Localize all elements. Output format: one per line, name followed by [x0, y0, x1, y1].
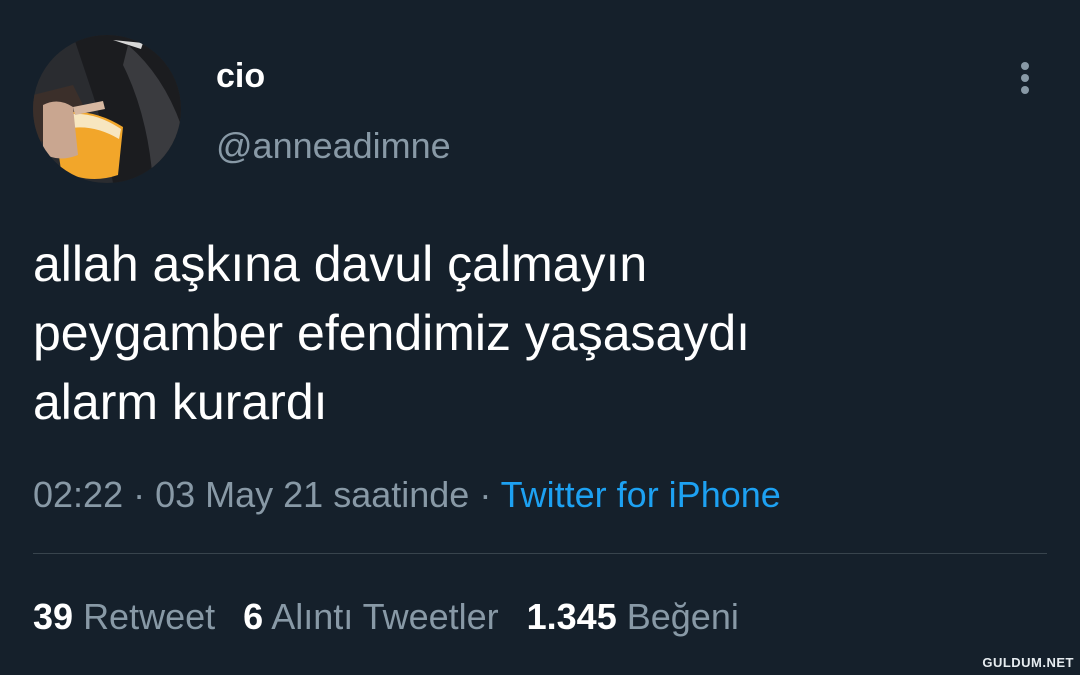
quotes-count: 6: [243, 596, 264, 637]
tweet-text-line: peygamber efendimiz yaşasaydı: [33, 305, 751, 361]
more-options-button[interactable]: [1008, 58, 1042, 98]
likes-stat[interactable]: 1.345 Beğeni: [527, 595, 739, 639]
meta-separator: ·: [469, 474, 501, 515]
tweet-time[interactable]: 02:22: [33, 474, 123, 515]
tweet-text: allah aşkına davul çalmayın peygamber ef…: [33, 230, 1043, 437]
profile-photo-icon: [33, 35, 181, 183]
tweet-date[interactable]: 03 May 21 saatinde: [155, 474, 469, 515]
retweets-label: Retweet: [83, 596, 216, 637]
retweets-count: 39: [33, 596, 74, 637]
more-vertical-icon-dot: [1021, 74, 1029, 82]
tweet-source-link[interactable]: Twitter for iPhone: [501, 474, 781, 515]
more-vertical-icon-dot: [1021, 86, 1029, 94]
more-vertical-icon: [1021, 62, 1029, 70]
display-name[interactable]: cio: [216, 56, 265, 96]
watermark: GULDUM.NET: [982, 655, 1074, 670]
user-handle[interactable]: @anneadimne: [216, 125, 451, 167]
tweet-text-line: alarm kurardı: [33, 374, 328, 430]
retweets-stat[interactable]: 39 Retweet: [33, 595, 215, 639]
likes-label: Beğeni: [626, 596, 739, 637]
tweet-stats: 39 Retweet 6 Alıntı Tweetler 1.345 Beğeni: [33, 595, 767, 639]
likes-count: 1.345: [526, 596, 617, 637]
divider: [33, 553, 1047, 554]
avatar[interactable]: [33, 35, 181, 183]
tweet-metadata: 02:22 · 03 May 21 saatinde · Twitter for…: [33, 473, 781, 517]
quotes-label: Alıntı Tweetler: [271, 596, 499, 637]
tweet-text-line: allah aşkına davul çalmayın: [33, 236, 648, 292]
quote-tweets-stat[interactable]: 6 Alıntı Tweetler: [243, 595, 499, 639]
meta-separator: ·: [123, 474, 156, 515]
